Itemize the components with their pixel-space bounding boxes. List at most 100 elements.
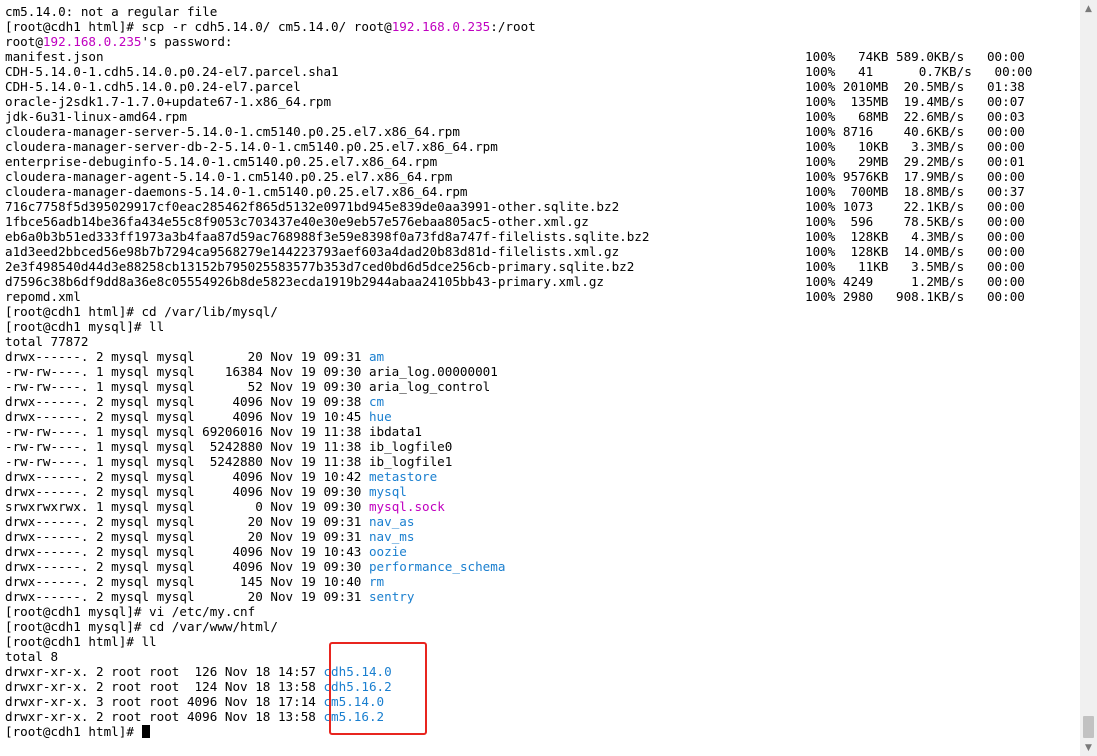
terminal-line: eb6a0b3b51ed333ff1973a3b4faa87d59ac76898… [5,229,1080,244]
terminal-text: [root@cdh1 html]# ll [5,634,157,649]
highlight-box [329,642,427,735]
terminal-line: root@192.168.0.235's password: [5,34,1080,49]
terminal-line: -rw-rw----. 1 mysql mysql 5242880 Nov 19… [5,439,1080,454]
terminal-line: total 77872 [5,334,1080,349]
terminal-text: [root@cdh1 html]# [5,724,142,739]
terminal-line: cloudera-manager-server-db-2-5.14.0-1.cm… [5,139,1080,154]
transfer-stats: 100% 4249 1.2MB/s 00:00 [805,274,1025,289]
terminal-text: :/root [490,19,536,34]
transfer-stats: 100% 10KB 3.3MB/s 00:00 [805,139,1025,154]
terminal-line: drwx------. 2 mysql mysql 145 Nov 19 10:… [5,574,1080,589]
terminal-line: -rw-rw----. 1 mysql mysql 5242880 Nov 19… [5,454,1080,469]
terminal-text: [root@cdh1 mysql]# vi /etc/my.cnf [5,604,256,619]
transfer-stats: 100% 68MB 22.6MB/s 00:03 [805,109,1025,124]
text-cursor [142,725,151,738]
terminal-text: total 77872 [5,334,89,349]
terminal-text: CDH-5.14.0-1.cdh5.14.0.p0.24-el7.parcel [5,79,301,94]
terminal-text: -rw-rw----. 1 mysql mysql 69206016 Nov 1… [5,424,423,439]
directory-name: oozie [368,544,407,559]
scroll-down-arrow-icon[interactable]: ▼ [1080,739,1097,756]
terminal-line: repomd.xml 100% 2980 908.1KB/s 00:00 [5,289,1080,304]
terminal-text: -rw-rw----. 1 mysql mysql 16384 Nov 19 0… [5,364,498,379]
terminal-line: [root@cdh1 mysql]# vi /etc/my.cnf [5,604,1080,619]
vertical-scrollbar[interactable]: ▲ ▼ [1080,0,1097,756]
terminal-text: total 8 [5,649,59,664]
transfer-stats: 100% 8716 40.6KB/s 00:00 [805,124,1025,139]
terminal-text: -rw-rw----. 1 mysql mysql 52 Nov 19 09:3… [5,379,491,394]
terminal-text: 1fbce56adb14be36fa434e55c8f9053c703437e4… [5,214,589,229]
transfer-stats: 100% 1073 22.1KB/s 00:00 [805,199,1025,214]
transfer-stats: 100% 9576KB 17.9MB/s 00:00 [805,169,1025,184]
transfer-stats: 100% 74KB 589.0KB/s 00:00 [805,49,1025,64]
terminal-text: cloudera-manager-agent-5.14.0-1.cm5140.p… [5,169,453,184]
terminal-line: cloudera-manager-agent-5.14.0-1.cm5140.p… [5,169,1080,184]
terminal-line: manifest.json 100% 74KB 589.0KB/s 00:00 [5,49,1080,64]
directory-name: cm [368,394,385,409]
terminal-line: total 8 [5,649,1080,664]
terminal-text: drwx------. 2 mysql mysql 4096 Nov 19 09… [5,484,369,499]
directory-name: mysql [368,484,407,499]
terminal-text: drwx------. 2 mysql mysql 20 Nov 19 09:3… [5,514,369,529]
terminal-text: root@ [5,34,43,49]
directory-name: hue [368,409,392,424]
terminal-line: 2e3f498540d44d3e88258cb13152b79502558357… [5,259,1080,274]
terminal-text: manifest.json [5,49,104,64]
terminal-text: drwx------. 2 mysql mysql 4096 Nov 19 09… [5,394,369,409]
terminal-line: enterprise-debuginfo-5.14.0-1.cm5140.p0.… [5,154,1080,169]
terminal-text: enterprise-debuginfo-5.14.0-1.cm5140.p0.… [5,154,438,169]
terminal-text: oracle-j2sdk1.7-1.7.0+update67-1.x86_64.… [5,94,332,109]
directory-name: nav_as [368,514,415,529]
terminal-line: [root@cdh1 html]# cd /var/lib/mysql/ [5,304,1080,319]
terminal-line: [root@cdh1 mysql]# cd /var/www/html/ [5,619,1080,634]
terminal-line: cm5.14.0: not a regular file [5,4,1080,19]
terminal-line: 716c7758f5d395029917cf0eac285462f865d513… [5,199,1080,214]
terminal-line: srwxrwxrwx. 1 mysql mysql 0 Nov 19 09:30… [5,499,1080,514]
terminal-text: repomd.xml [5,289,81,304]
terminal-line: drwxr-xr-x. 2 root root 124 Nov 18 13:58… [5,679,1080,694]
terminal-text: -rw-rw----. 1 mysql mysql 5242880 Nov 19… [5,454,453,469]
terminal-line: CDH-5.14.0-1.cdh5.14.0.p0.24-el7.parcel 1… [5,79,1080,94]
terminal-text: 's password: [141,34,233,49]
terminal-text: drwxr-xr-x. 2 root root 4096 Nov 18 13:5… [5,709,324,724]
terminal-line: oracle-j2sdk1.7-1.7.0+update67-1.x86_64.… [5,94,1080,109]
terminal-line: [root@cdh1 html]# scp -r cdh5.14.0/ cm5.… [5,19,1080,34]
terminal-line: -rw-rw----. 1 mysql mysql 69206016 Nov 1… [5,424,1080,439]
terminal-text: drwx------. 2 mysql mysql 145 Nov 19 10:… [5,574,369,589]
terminal-line: drwx------. 2 mysql mysql 20 Nov 19 09:3… [5,349,1080,364]
directory-name: nav_ms [368,529,415,544]
terminal-text: drwx------. 2 mysql mysql 4096 Nov 19 10… [5,469,369,484]
terminal-line: cloudera-manager-daemons-5.14.0-1.cm5140… [5,184,1080,199]
terminal-text: CDH-5.14.0-1.cdh5.14.0.p0.24-el7.parcel.… [5,64,339,79]
terminal-text: drwx------. 2 mysql mysql 4096 Nov 19 10… [5,409,369,424]
terminal-text: cloudera-manager-daemons-5.14.0-1.cm5140… [5,184,468,199]
transfer-stats: 100% 29MB 29.2MB/s 00:01 [805,154,1025,169]
directory-name: metastore [368,469,438,484]
terminal-line: drwx------. 2 mysql mysql 20 Nov 19 09:3… [5,589,1080,604]
terminal-text: drwxr-xr-x. 3 root root 4096 Nov 18 17:1… [5,694,324,709]
terminal-text: -rw-rw----. 1 mysql mysql 5242880 Nov 19… [5,439,453,454]
terminal-line: drwxr-xr-x. 2 root root 126 Nov 18 14:57… [5,664,1080,679]
terminal-text: [root@cdh1 html]# scp -r cdh5.14.0/ cm5.… [5,19,392,34]
terminal-line: drwx------. 2 mysql mysql 4096 Nov 19 09… [5,559,1080,574]
terminal-text: srwxrwxrwx. 1 mysql mysql 0 Nov 19 09:30 [5,499,369,514]
terminal-line: jdk-6u31-linux-amd64.rpm 100% 68MB 22.6MB… [5,109,1080,124]
socket-name: mysql.sock [368,499,445,514]
ip-address: 192.168.0.235 [391,19,491,34]
terminal-output[interactable]: cm5.14.0: not a regular file [root@cdh1 h… [0,0,1080,756]
terminal-text: d7596c38b6df9dd8a36e8c05554926b8de5823ec… [5,274,604,289]
terminal-text: cloudera-manager-server-db-2-5.14.0-1.cm… [5,139,498,154]
scrollbar-thumb[interactable] [1083,716,1094,738]
terminal-line: cloudera-manager-server-5.14.0-1.cm5140.… [5,124,1080,139]
terminal-line: drwx------. 2 mysql mysql 4096 Nov 19 10… [5,469,1080,484]
scroll-up-arrow-icon[interactable]: ▲ [1080,0,1097,17]
terminal-text: drwx------. 2 mysql mysql 4096 Nov 19 09… [5,559,369,574]
transfer-stats: 100% 700MB 18.8MB/s 00:37 [805,184,1025,199]
terminal-text: 2e3f498540d44d3e88258cb13152b79502558357… [5,259,635,274]
transfer-stats: 100% 11KB 3.5MB/s 00:00 [805,259,1025,274]
terminal-text: [root@cdh1 mysql]# ll [5,319,165,334]
terminal-line: -rw-rw----. 1 mysql mysql 52 Nov 19 09:3… [5,379,1080,394]
terminal-line: drwx------. 2 mysql mysql 4096 Nov 19 10… [5,544,1080,559]
terminal-text: eb6a0b3b51ed333ff1973a3b4faa87d59ac76898… [5,229,650,244]
terminal-line: CDH-5.14.0-1.cdh5.14.0.p0.24-el7.parcel.… [5,64,1080,79]
terminal-text: jdk-6u31-linux-amd64.rpm [5,109,187,124]
